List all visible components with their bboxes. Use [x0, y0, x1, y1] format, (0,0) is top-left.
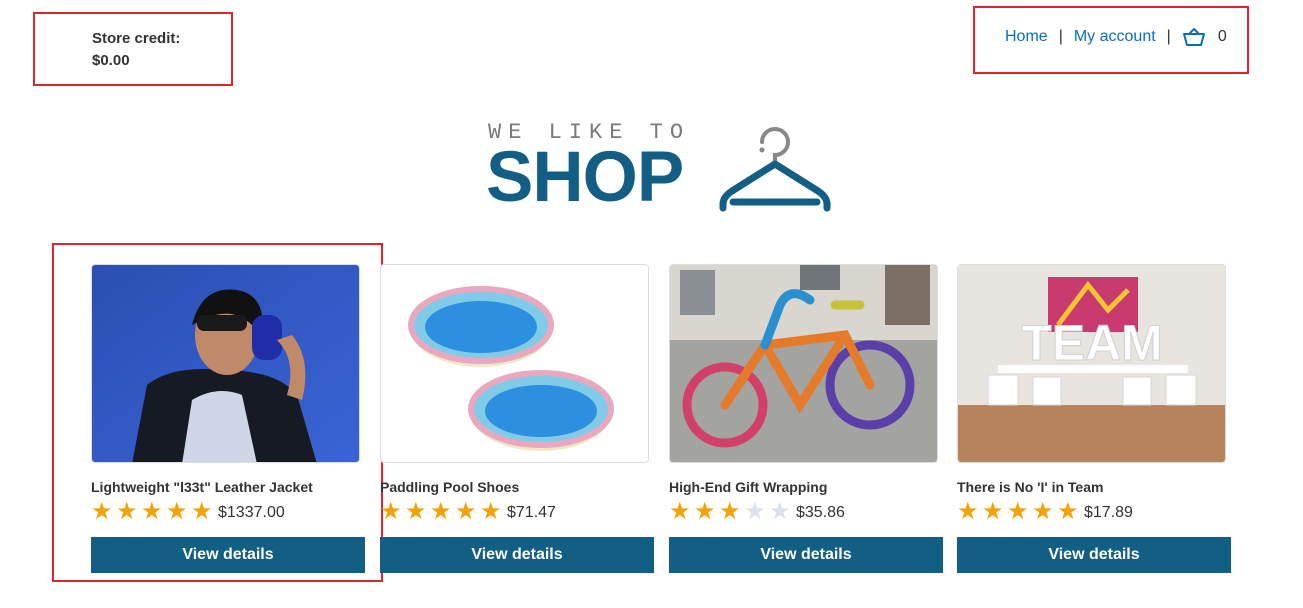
store-credit: Store credit: $0.00 — [92, 28, 180, 72]
star-filled-icon: ★ — [166, 497, 188, 525]
star-filled-icon: ★ — [982, 497, 1004, 525]
view-details-button[interactable]: View details — [669, 537, 943, 573]
product-name[interactable]: High-End Gift Wrapping — [669, 479, 827, 495]
star-filled-icon: ★ — [91, 497, 113, 525]
product-price: $71.47 — [507, 504, 556, 521]
star-rating: ★ ★ ★ ★ ★ — [957, 499, 1082, 523]
my-account-link[interactable]: My account — [1074, 28, 1156, 46]
product-image-team[interactable]: TEAM — [957, 264, 1226, 463]
store-credit-value: $0.00 — [92, 52, 130, 69]
star-filled-icon: ★ — [1007, 497, 1029, 525]
product-rating: ★ ★ ★ ★ ★ $35.86 — [669, 499, 845, 523]
shop-logo[interactable]: WE LIKE TO SHOP — [486, 116, 838, 216]
top-nav: Home | My account | 0 — [1005, 27, 1227, 47]
star-filled-icon: ★ — [1057, 497, 1079, 525]
star-filled-icon: ★ — [669, 497, 691, 525]
store-credit-label: Store credit: — [92, 30, 181, 47]
star-filled-icon: ★ — [430, 497, 452, 525]
basket-icon[interactable] — [1182, 27, 1206, 47]
product-name[interactable]: Paddling Pool Shoes — [380, 479, 519, 495]
product-price: $17.89 — [1084, 504, 1133, 521]
star-filled-icon: ★ — [405, 497, 427, 525]
cart-count[interactable]: 0 — [1218, 28, 1227, 46]
star-empty-icon: ★ — [769, 497, 791, 525]
star-rating: ★ ★ ★ ★ ★ — [380, 499, 505, 523]
view-details-button[interactable]: View details — [957, 537, 1231, 573]
product-price: $35.86 — [796, 504, 845, 521]
star-filled-icon: ★ — [141, 497, 163, 525]
star-filled-icon: ★ — [191, 497, 213, 525]
view-details-button[interactable]: View details — [380, 537, 654, 573]
star-filled-icon: ★ — [455, 497, 477, 525]
nav-separator: | — [1058, 28, 1063, 45]
product-image-jacket[interactable] — [91, 264, 360, 463]
nav-separator: | — [1166, 28, 1171, 45]
svg-text:TEAM: TEAM — [1021, 315, 1163, 371]
star-filled-icon: ★ — [719, 497, 741, 525]
star-empty-icon: ★ — [744, 497, 766, 525]
product-image-pool[interactable] — [380, 264, 649, 463]
product-name[interactable]: There is No 'I' in Team — [957, 479, 1103, 495]
home-link[interactable]: Home — [1005, 28, 1048, 46]
product-rating: ★ ★ ★ ★ ★ $71.47 — [380, 499, 556, 523]
star-filled-icon: ★ — [957, 497, 979, 525]
product-rating: ★ ★ ★ ★ ★ $17.89 — [957, 499, 1133, 523]
product-name[interactable]: Lightweight "l33t" Leather Jacket — [91, 479, 313, 495]
star-filled-icon: ★ — [380, 497, 402, 525]
star-rating: ★ ★ ★ ★ ★ — [91, 499, 216, 523]
star-filled-icon: ★ — [1032, 497, 1054, 525]
hanger-icon — [716, 118, 838, 219]
logo-title: SHOP — [486, 138, 684, 217]
star-filled-icon: ★ — [480, 497, 502, 525]
product-price: $1337.00 — [218, 504, 285, 521]
product-image-bicycle[interactable] — [669, 264, 938, 463]
star-rating: ★ ★ ★ ★ ★ — [669, 499, 794, 523]
star-filled-icon: ★ — [694, 497, 716, 525]
view-details-button[interactable]: View details — [91, 537, 365, 573]
product-rating: ★ ★ ★ ★ ★ $1337.00 — [91, 499, 285, 523]
star-filled-icon: ★ — [116, 497, 138, 525]
